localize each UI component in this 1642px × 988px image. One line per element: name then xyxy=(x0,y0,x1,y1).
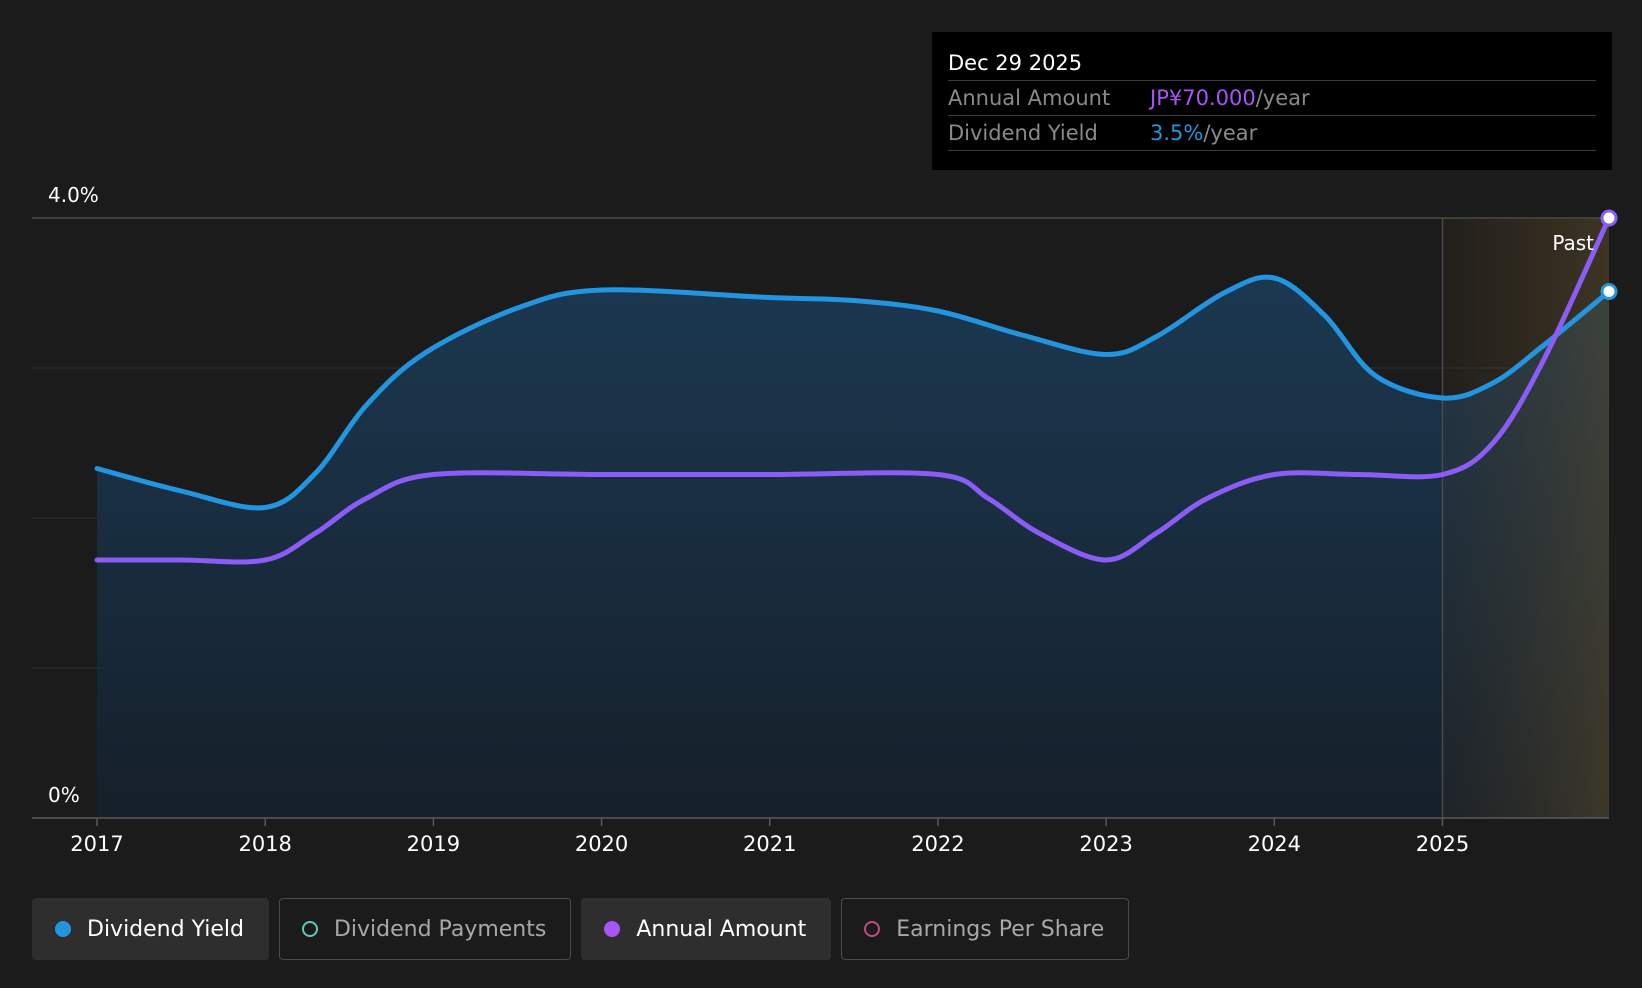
past-label: Past xyxy=(1552,231,1594,255)
x-tick-label: 2019 xyxy=(407,832,460,856)
dividend-yield-end-point xyxy=(1600,283,1618,300)
tooltip: Dec 29 2025 Annual Amount JP¥70.000 /yea… xyxy=(932,32,1612,170)
tooltip-row-annual-amount: Annual Amount JP¥70.000 /year xyxy=(948,81,1596,116)
legend-dividend-payments-button[interactable]: Dividend Payments xyxy=(278,898,572,960)
tooltip-value: 3.5% xyxy=(1150,121,1204,145)
tooltip-value: JP¥70.000 xyxy=(1150,86,1256,110)
hollow-circle-icon xyxy=(864,921,881,937)
legend-label: Annual Amount xyxy=(636,916,807,942)
filled-circle-icon xyxy=(55,921,71,937)
legend-dividend-yield-button[interactable]: Dividend Yield xyxy=(32,898,269,960)
tooltip-unit: /year xyxy=(1203,121,1258,145)
legend-earnings-per-share-button[interactable]: Earnings Per Share xyxy=(841,898,1130,960)
y-tick-label: 4.0% xyxy=(48,183,99,207)
legend-label: Earnings Per Share xyxy=(896,916,1105,942)
annual-amount-end-point xyxy=(1600,209,1618,227)
dividend-yield-area xyxy=(97,277,1609,818)
tooltip-label: Annual Amount xyxy=(948,86,1111,110)
axes xyxy=(32,817,1609,826)
legend-annual-amount-button[interactable]: Annual Amount xyxy=(581,898,832,960)
tooltip-unit: /year xyxy=(1255,86,1310,110)
filled-circle-icon xyxy=(604,921,621,937)
x-tick-label: 2023 xyxy=(1079,832,1132,856)
x-tick-label: 2025 xyxy=(1416,832,1469,856)
past-region xyxy=(1442,218,1609,818)
tooltip-date: Dec 29 2025 xyxy=(948,46,1596,81)
legend-label: Dividend Payments xyxy=(333,916,547,942)
x-tick-label: 2022 xyxy=(911,832,964,856)
area-fills xyxy=(97,277,1609,818)
y-tick-label: 0% xyxy=(48,783,80,807)
x-tick-label: 2018 xyxy=(238,832,291,856)
tooltip-label: Dividend Yield xyxy=(948,121,1098,145)
x-tick-label: 2024 xyxy=(1248,832,1301,856)
tooltip-row-dividend-yield: Dividend Yield 3.5% /year xyxy=(948,116,1596,151)
legend: Dividend Yield Dividend Payments Annual … xyxy=(32,898,1130,960)
x-tick-label: 2017 xyxy=(70,832,123,856)
x-tick-label: 2020 xyxy=(575,832,628,856)
x-tick-label: 2021 xyxy=(743,832,796,856)
hollow-circle-icon xyxy=(301,921,318,937)
legend-label: Dividend Yield xyxy=(87,916,244,942)
